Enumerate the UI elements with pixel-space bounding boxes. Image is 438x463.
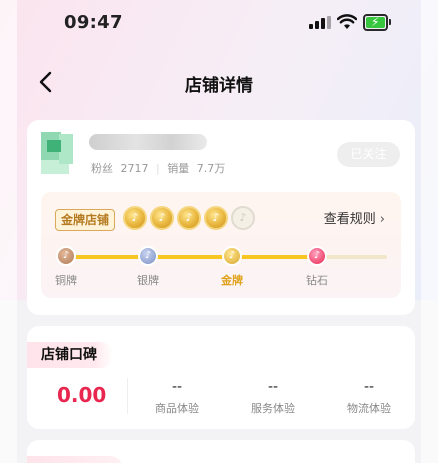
next-section-card bbox=[27, 440, 415, 463]
metric-label: 物流体验 bbox=[347, 402, 391, 415]
metric-value: -- bbox=[363, 379, 375, 395]
stats-divider: | bbox=[156, 162, 160, 175]
metric-value: -- bbox=[171, 379, 183, 395]
sales-label: 销量 bbox=[167, 162, 190, 175]
douyin-coin-icon: ♪ bbox=[123, 206, 147, 230]
nav-bar: 店铺详情 bbox=[0, 60, 438, 104]
score-divider bbox=[127, 378, 128, 414]
metric-service: -- 服务体验 bbox=[238, 379, 308, 416]
store-stats: 粉丝 2717 | 销量 7.7万 bbox=[91, 160, 225, 176]
store-avatar[interactable] bbox=[41, 132, 83, 174]
gold-tier-icon: ♪ bbox=[222, 246, 242, 266]
store-tier-panel: 金牌店铺 ♪ ♪ ♪ ♪ ♪ 查看规则 › ♪ ♪ ♪ ♪ 铜牌 银牌 金牌 钻石 bbox=[41, 192, 401, 298]
chevron-right-icon: › bbox=[379, 212, 385, 227]
status-bar: 09:47 ⚡ bbox=[0, 0, 438, 46]
silver-tier-icon: ♪ bbox=[138, 246, 158, 266]
reputation-score: 0.00 bbox=[57, 383, 107, 407]
metric-product: -- 商品体验 bbox=[142, 379, 212, 416]
metric-logistics: -- 物流体验 bbox=[334, 379, 404, 416]
diamond-tier-icon: ♪ bbox=[307, 246, 327, 266]
tier-label-silver: 银牌 bbox=[137, 274, 159, 287]
view-rules-link[interactable]: 查看规则 › bbox=[324, 208, 385, 227]
signal-icon bbox=[309, 16, 331, 29]
battery-icon: ⚡ bbox=[363, 14, 391, 31]
section-title-tag bbox=[27, 456, 123, 463]
tier-label-bronze: 铜牌 bbox=[55, 274, 77, 287]
fans-label: 粉丝 bbox=[91, 162, 113, 175]
page-title: 店铺详情 bbox=[185, 76, 253, 96]
douyin-coin-empty-icon: ♪ bbox=[231, 206, 255, 230]
douyin-coin-icon: ♪ bbox=[177, 206, 201, 230]
tier-track-progress bbox=[65, 255, 317, 259]
store-reputation-card: 店铺口碑 0.00 -- 商品体验 -- 服务体验 -- 物流体验 bbox=[27, 326, 415, 429]
bronze-tier-icon: ♪ bbox=[56, 246, 76, 266]
sales-value: 7.7万 bbox=[196, 162, 226, 175]
metric-value: -- bbox=[267, 379, 279, 395]
store-name-redacted bbox=[89, 134, 207, 150]
metric-label: 商品体验 bbox=[155, 402, 199, 415]
reputation-title: 店铺口碑 bbox=[27, 342, 113, 368]
tier-label-gold: 金牌 bbox=[221, 274, 243, 287]
douyin-coin-icon: ♪ bbox=[204, 206, 228, 230]
fans-value: 2717 bbox=[120, 162, 149, 175]
battery-charging-icon: ⚡ bbox=[371, 15, 380, 29]
tier-label-diamond: 钻石 bbox=[306, 274, 328, 287]
wifi-icon bbox=[337, 14, 357, 29]
view-rules-label: 查看规则 bbox=[323, 212, 376, 227]
gold-store-badge: 金牌店铺 bbox=[55, 209, 116, 231]
store-card: 粉丝 2717 | 销量 7.7万 已关注 金牌店铺 ♪ ♪ ♪ ♪ ♪ 查看规… bbox=[27, 120, 415, 315]
metric-label: 服务体验 bbox=[251, 402, 295, 415]
follow-button[interactable]: 已关注 bbox=[337, 142, 400, 167]
status-time: 09:47 bbox=[64, 12, 123, 33]
douyin-coin-icon: ♪ bbox=[150, 206, 174, 230]
